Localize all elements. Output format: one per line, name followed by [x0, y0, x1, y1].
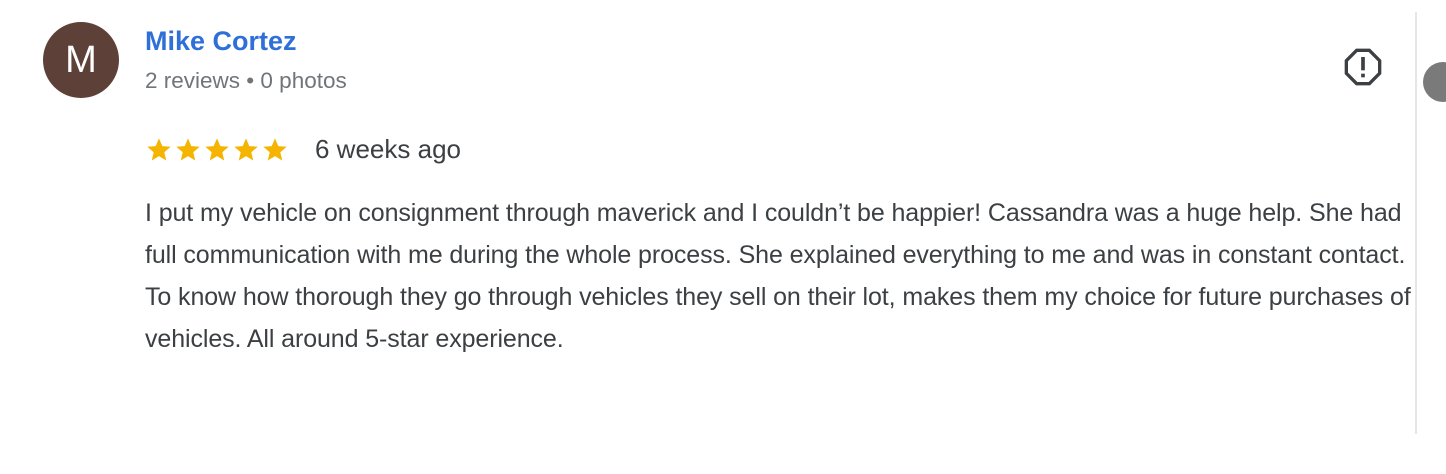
star-icon — [147, 137, 171, 160]
report-flag-icon — [1344, 48, 1382, 86]
report-review-button[interactable] — [1340, 44, 1386, 90]
star-icon — [176, 137, 200, 160]
star-rating — [145, 136, 289, 164]
review-date: 6 weeks ago — [315, 134, 461, 164]
star-icon — [263, 137, 287, 160]
star-icon — [234, 137, 258, 160]
review-card: M Mike Cortez 2 reviews • 0 photos 6 wee… — [0, 0, 1446, 474]
review-text: I put my vehicle on consignment through … — [145, 199, 1411, 353]
star-icon — [205, 137, 229, 160]
scrollbar-track[interactable] — [1415, 12, 1417, 434]
author-name-link[interactable]: Mike Cortez — [145, 26, 297, 57]
scrollbar-thumb[interactable] — [1423, 62, 1446, 102]
author-meta[interactable]: 2 reviews • 0 photos — [145, 68, 347, 94]
rating-row: 6 weeks ago — [145, 134, 461, 165]
avatar[interactable]: M — [43, 22, 119, 98]
